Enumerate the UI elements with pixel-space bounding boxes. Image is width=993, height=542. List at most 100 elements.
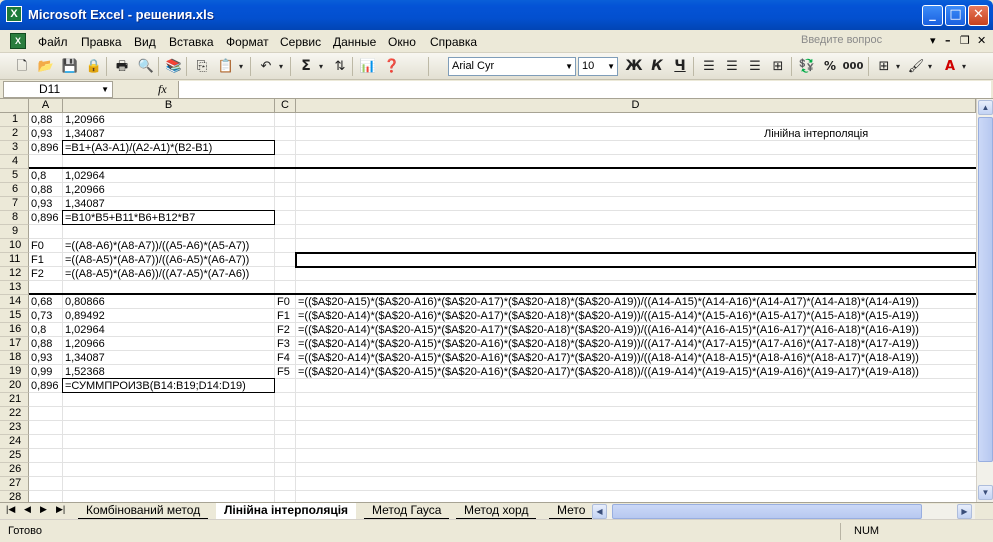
row-header-13[interactable]: 13 [0, 281, 29, 295]
first-sheet-icon[interactable]: |◀ [6, 504, 15, 515]
formula-input[interactable] [178, 81, 991, 98]
align-left-icon[interactable]: ☰ [699, 57, 719, 76]
cell-c17[interactable]: F3 [275, 337, 296, 351]
row-header-28[interactable]: 28 [0, 491, 29, 502]
merge-center-icon[interactable]: ⊞ [768, 57, 788, 76]
fill-color-icon[interactable]: 🖌 [906, 57, 926, 76]
row-header-17[interactable]: 17 [0, 337, 29, 351]
minimize-button[interactable]: _ [922, 5, 943, 26]
copy-icon[interactable]: ⎘ [192, 57, 212, 76]
workbook-icon[interactable]: X [10, 33, 26, 49]
cell-b6[interactable]: 1,20966 [63, 183, 275, 197]
autosum-icon[interactable]: Σ [296, 57, 316, 76]
menu-file[interactable]: Файл [38, 35, 68, 49]
horizontal-scroll-thumb[interactable] [612, 504, 922, 519]
cell-d17[interactable]: =(($A$20-A14)*($A$20-A15)*($A$20-A16)*($… [296, 337, 919, 351]
row-header-22[interactable]: 22 [0, 407, 29, 421]
paste-dropdown-icon[interactable]: ▾ [236, 57, 246, 76]
cell-d16[interactable]: =(($A$20-A14)*($A$20-A15)*($A$20-A17)*($… [296, 323, 919, 337]
fill-dropdown-icon[interactable]: ▾ [925, 57, 935, 76]
cell-b7[interactable]: 1,34087 [63, 197, 275, 211]
row-header-10[interactable]: 10 [0, 239, 29, 253]
cell-b19[interactable]: 1,52368 [63, 365, 275, 379]
cell-b17[interactable]: 1,20966 [63, 337, 275, 351]
align-right-icon[interactable]: ☰ [745, 57, 765, 76]
sheet-tab-combined[interactable]: Комбінований метод [78, 503, 209, 519]
font-size-select[interactable]: 10 ▼ [578, 57, 618, 76]
research-icon[interactable]: 📚 [164, 57, 184, 76]
row-header-24[interactable]: 24 [0, 435, 29, 449]
column-header-d[interactable]: D [296, 99, 976, 113]
new-icon[interactable]: 🗋 [12, 57, 32, 76]
row-header-8[interactable]: 8 [0, 211, 29, 225]
cell-c19[interactable]: F5 [275, 365, 296, 379]
cell-a12[interactable]: F2 [29, 267, 63, 281]
insert-function-icon[interactable]: fx [158, 82, 167, 97]
font-color-icon[interactable]: A [940, 57, 960, 76]
print-preview-icon[interactable]: 🔍 [136, 57, 156, 76]
cell-c15[interactable]: F1 [275, 309, 296, 323]
cell-a11[interactable]: F1 [29, 253, 63, 267]
row-header-1[interactable]: 1 [0, 113, 29, 127]
thousands-button[interactable]: 000 [841, 57, 865, 76]
cell-a10[interactable]: F0 [29, 239, 63, 253]
undo-dropdown-icon[interactable]: ▾ [276, 57, 286, 76]
vertical-scrollbar[interactable]: ▲ ▼ [976, 99, 993, 502]
cell-b2[interactable]: 1,34087 [63, 127, 275, 141]
cell-a19[interactable]: 0,99 [29, 365, 63, 379]
row-header-2[interactable]: 2 [0, 127, 29, 141]
cell-b10[interactable]: =((A8-A6)*(A8-A7))/((A5-A6)*(A5-A7)) [63, 239, 275, 253]
row-header-14[interactable]: 14 [0, 295, 29, 309]
active-cell-d11[interactable] [295, 252, 976, 268]
row-header-25[interactable]: 25 [0, 449, 29, 463]
maximize-button[interactable]: □ [945, 5, 966, 26]
cell-d2[interactable]: Лінійна інтерполяція [762, 127, 868, 141]
row-header-3[interactable]: 3 [0, 141, 29, 155]
select-all-corner[interactable] [0, 99, 29, 113]
close-button[interactable]: ✕ [968, 5, 989, 26]
column-header-a[interactable]: A [29, 99, 63, 113]
align-center-icon[interactable]: ☰ [722, 57, 742, 76]
vertical-scroll-thumb[interactable] [978, 117, 993, 462]
doc-close-button[interactable]: ✕ [977, 34, 986, 47]
menu-insert[interactable]: Вставка [169, 35, 214, 49]
worksheet-grid[interactable]: A B C D 1 2 3 4 5 6 7 8 9 10 11 12 13 14 15 16 17 18 19 20 21 22 2… [0, 99, 976, 502]
cell-a8[interactable]: 0,896 [29, 211, 63, 225]
cell-a6[interactable]: 0,88 [29, 183, 63, 197]
percent-button[interactable]: % [820, 57, 840, 76]
sheet-tab-chords[interactable]: Метод хорд [456, 503, 537, 519]
help-question-input[interactable]: Введите вопрос [797, 34, 927, 50]
cell-a16[interactable]: 0,8 [29, 323, 63, 337]
menu-help[interactable]: Справка [430, 35, 477, 49]
column-header-c[interactable]: C [275, 99, 296, 113]
next-sheet-icon[interactable]: ▶ [40, 504, 47, 515]
cell-a17[interactable]: 0,88 [29, 337, 63, 351]
autosum-dropdown-icon[interactable]: ▾ [316, 57, 326, 76]
prev-sheet-icon[interactable]: ◀ [24, 504, 31, 515]
cell-a1[interactable]: 0,88 [29, 113, 63, 127]
scroll-right-icon[interactable]: ▶ [957, 504, 972, 519]
row-header-12[interactable]: 12 [0, 267, 29, 281]
cell-a2[interactable]: 0,93 [29, 127, 63, 141]
row-header-4[interactable]: 4 [0, 155, 29, 169]
cell-d15[interactable]: =(($A$20-A14)*($A$20-A16)*($A$20-A17)*($… [296, 309, 919, 323]
menu-tools[interactable]: Сервис [280, 35, 321, 49]
menu-format[interactable]: Формат [226, 35, 269, 49]
cell-b12[interactable]: =((A8-A5)*(A8-A6))/((A7-A5)*(A7-A6)) [63, 267, 275, 281]
row-header-16[interactable]: 16 [0, 323, 29, 337]
cell-b14[interactable]: 0,80866 [63, 295, 275, 309]
chart-wizard-icon[interactable]: 📊 [358, 57, 378, 76]
cell-b5[interactable]: 1,02964 [63, 169, 275, 183]
row-header-15[interactable]: 15 [0, 309, 29, 323]
scroll-left-icon[interactable]: ◀ [592, 504, 607, 519]
cell-d18[interactable]: =(($A$20-A14)*($A$20-A15)*($A$20-A16)*($… [296, 351, 919, 365]
chevron-down-icon[interactable]: ▼ [101, 82, 109, 97]
row-header-23[interactable]: 23 [0, 421, 29, 435]
cell-c16[interactable]: F2 [275, 323, 296, 337]
cell-d19[interactable]: =(($A$20-A14)*($A$20-A15)*($A$20-A16)*($… [296, 365, 919, 379]
row-header-21[interactable]: 21 [0, 393, 29, 407]
italic-button[interactable]: К [647, 57, 667, 76]
cell-a15[interactable]: 0,73 [29, 309, 63, 323]
permission-icon[interactable]: 🔒 [84, 57, 104, 76]
print-icon[interactable]: 🖶 [112, 57, 132, 76]
